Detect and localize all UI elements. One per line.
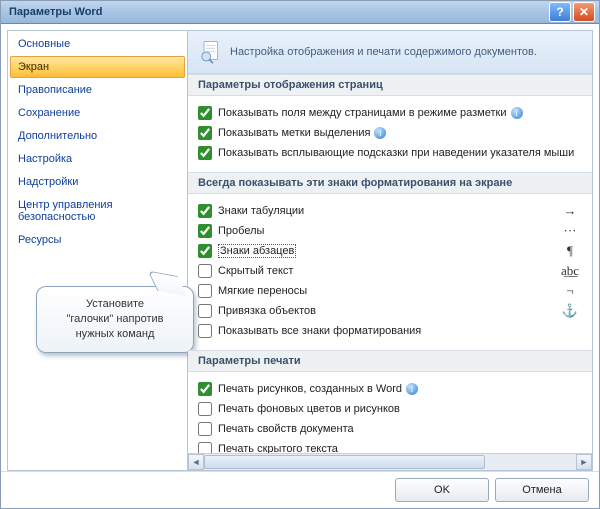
sidebar-item-advanced[interactable]: Дополнительно bbox=[10, 125, 185, 147]
checkbox-hidden-text[interactable] bbox=[198, 264, 212, 278]
section-title-formatting-marks: Всегда показывать эти знаки форматирован… bbox=[188, 172, 592, 194]
sidebar-item-general[interactable]: Основные bbox=[10, 33, 185, 55]
checkbox-print-drawings[interactable] bbox=[198, 382, 212, 396]
document-display-icon bbox=[198, 40, 222, 64]
checkbox-show-highlighter[interactable] bbox=[198, 126, 212, 140]
option-label: Пробелы bbox=[218, 225, 264, 237]
option-row: Мягкие переносы ¬ bbox=[198, 282, 582, 300]
symbol-hyphen: ¬ bbox=[558, 283, 582, 299]
symbol-space: ··· bbox=[558, 223, 582, 239]
option-label: Показывать всплывающие подсказки при нав… bbox=[218, 147, 574, 159]
info-icon[interactable]: i bbox=[374, 127, 386, 139]
checkbox-print-hidden-text[interactable] bbox=[198, 442, 212, 453]
option-row: Пробелы ··· bbox=[198, 222, 582, 240]
callout-tip: Установите "галочки" напротив нужных ком… bbox=[36, 286, 194, 353]
option-label: Печать свойств документа bbox=[218, 423, 354, 435]
info-icon[interactable]: i bbox=[406, 383, 418, 395]
symbol-hidden: a͟b͟c bbox=[558, 263, 582, 279]
option-label: Знаки абзацев bbox=[218, 244, 296, 258]
scroll-thumb[interactable] bbox=[204, 455, 485, 469]
checkbox-show-tooltips[interactable] bbox=[198, 146, 212, 160]
option-label: Печать рисунков, созданных в Word bbox=[218, 383, 402, 395]
scroll-right-arrow[interactable]: ► bbox=[576, 454, 592, 470]
option-label: Показывать метки выделения bbox=[218, 127, 370, 139]
option-row: Показывать поля между страницами в режим… bbox=[198, 104, 582, 122]
symbol-tab: → bbox=[558, 203, 582, 219]
sidebar-item-display[interactable]: Экран bbox=[10, 56, 185, 78]
close-button[interactable]: ✕ bbox=[573, 2, 595, 22]
dialog-body: Основные Экран Правописание Сохранение Д… bbox=[1, 24, 599, 471]
window-title: Параметры Word bbox=[9, 6, 102, 18]
sidebar-item-addins[interactable]: Надстройки bbox=[10, 171, 185, 193]
option-label: Печать фоновых цветов и рисунков bbox=[218, 403, 400, 415]
titlebar: Параметры Word ? ✕ bbox=[1, 1, 599, 24]
scroll-left-arrow[interactable]: ◄ bbox=[188, 454, 204, 470]
content-pane: Настройка отображения и печати содержимо… bbox=[188, 30, 593, 471]
option-label: Привязка объектов bbox=[218, 305, 316, 317]
checkbox-print-bg[interactable] bbox=[198, 402, 212, 416]
sidebar-item-resources[interactable]: Ресурсы bbox=[10, 229, 185, 251]
option-label: Печать скрытого текста bbox=[218, 443, 338, 453]
checkbox-optional-hyphens[interactable] bbox=[198, 284, 212, 298]
option-label: Мягкие переносы bbox=[218, 285, 307, 297]
sidebar-item-proofing[interactable]: Правописание bbox=[10, 79, 185, 101]
option-row: Печать скрытого текста bbox=[198, 440, 582, 453]
option-label: Показывать поля между страницами в режим… bbox=[218, 107, 507, 119]
section-title-page-display: Параметры отображения страниц bbox=[188, 74, 592, 96]
section-title-printing: Параметры печати bbox=[188, 350, 592, 372]
section-body-page-display: Показывать поля между страницами в режим… bbox=[188, 96, 592, 172]
option-row: Знаки абзацев ¶ bbox=[198, 242, 582, 260]
checkbox-show-space-between-pages[interactable] bbox=[198, 106, 212, 120]
scroll-area: Параметры отображения страниц Показывать… bbox=[188, 74, 592, 453]
dialog-word-options: Параметры Word ? ✕ Основные Экран Правоп… bbox=[0, 0, 600, 509]
option-label: Скрытый текст bbox=[218, 265, 293, 277]
option-row: Показывать метки выделения i bbox=[198, 124, 582, 142]
checkbox-tabs[interactable] bbox=[198, 204, 212, 218]
option-label: Знаки табуляции bbox=[218, 205, 304, 217]
content-header-text: Настройка отображения и печати содержимо… bbox=[230, 46, 537, 58]
option-row: Печать свойств документа bbox=[198, 420, 582, 438]
content-header: Настройка отображения и печати содержимо… bbox=[188, 31, 592, 74]
horizontal-scrollbar[interactable]: ◄ ► bbox=[188, 453, 592, 470]
option-label: Показывать все знаки форматирования bbox=[218, 325, 421, 337]
footer: OK Отмена bbox=[1, 471, 599, 508]
callout-line: Установите bbox=[45, 297, 185, 312]
checkbox-paragraph-marks[interactable] bbox=[198, 244, 212, 258]
option-row: Показывать все знаки форматирования bbox=[198, 322, 582, 340]
option-row: Скрытый текст a͟b͟c bbox=[198, 262, 582, 280]
option-row: Печать фоновых цветов и рисунков bbox=[198, 400, 582, 418]
section-body-printing: Печать рисунков, созданных в Word i Печа… bbox=[188, 372, 592, 453]
checkbox-print-properties[interactable] bbox=[198, 422, 212, 436]
sidebar-item-save[interactable]: Сохранение bbox=[10, 102, 185, 124]
ok-button[interactable]: OK bbox=[395, 478, 489, 502]
checkbox-spaces[interactable] bbox=[198, 224, 212, 238]
option-row: Привязка объектов ⚓ bbox=[198, 302, 582, 320]
info-icon[interactable]: i bbox=[511, 107, 523, 119]
symbol-anchor: ⚓ bbox=[558, 303, 582, 319]
callout-line: нужных команд bbox=[45, 327, 185, 342]
option-row: Показывать всплывающие подсказки при нав… bbox=[198, 144, 582, 162]
sidebar-item-trust-center[interactable]: Центр управления безопасностью bbox=[10, 194, 185, 228]
checkbox-object-anchors[interactable] bbox=[198, 304, 212, 318]
option-row: Печать рисунков, созданных в Word i bbox=[198, 380, 582, 398]
scroll-track[interactable] bbox=[204, 454, 576, 470]
option-row: Знаки табуляции → bbox=[198, 202, 582, 220]
symbol-paragraph: ¶ bbox=[558, 243, 582, 259]
section-body-formatting-marks: Знаки табуляции → Пробелы ··· Знаки абза… bbox=[188, 194, 592, 350]
sidebar: Основные Экран Правописание Сохранение Д… bbox=[7, 30, 188, 471]
help-button[interactable]: ? bbox=[549, 2, 571, 22]
callout-line: "галочки" напротив bbox=[45, 312, 185, 327]
checkbox-show-all-marks[interactable] bbox=[198, 324, 212, 338]
sidebar-item-customize[interactable]: Настройка bbox=[10, 148, 185, 170]
cancel-button[interactable]: Отмена bbox=[495, 478, 589, 502]
